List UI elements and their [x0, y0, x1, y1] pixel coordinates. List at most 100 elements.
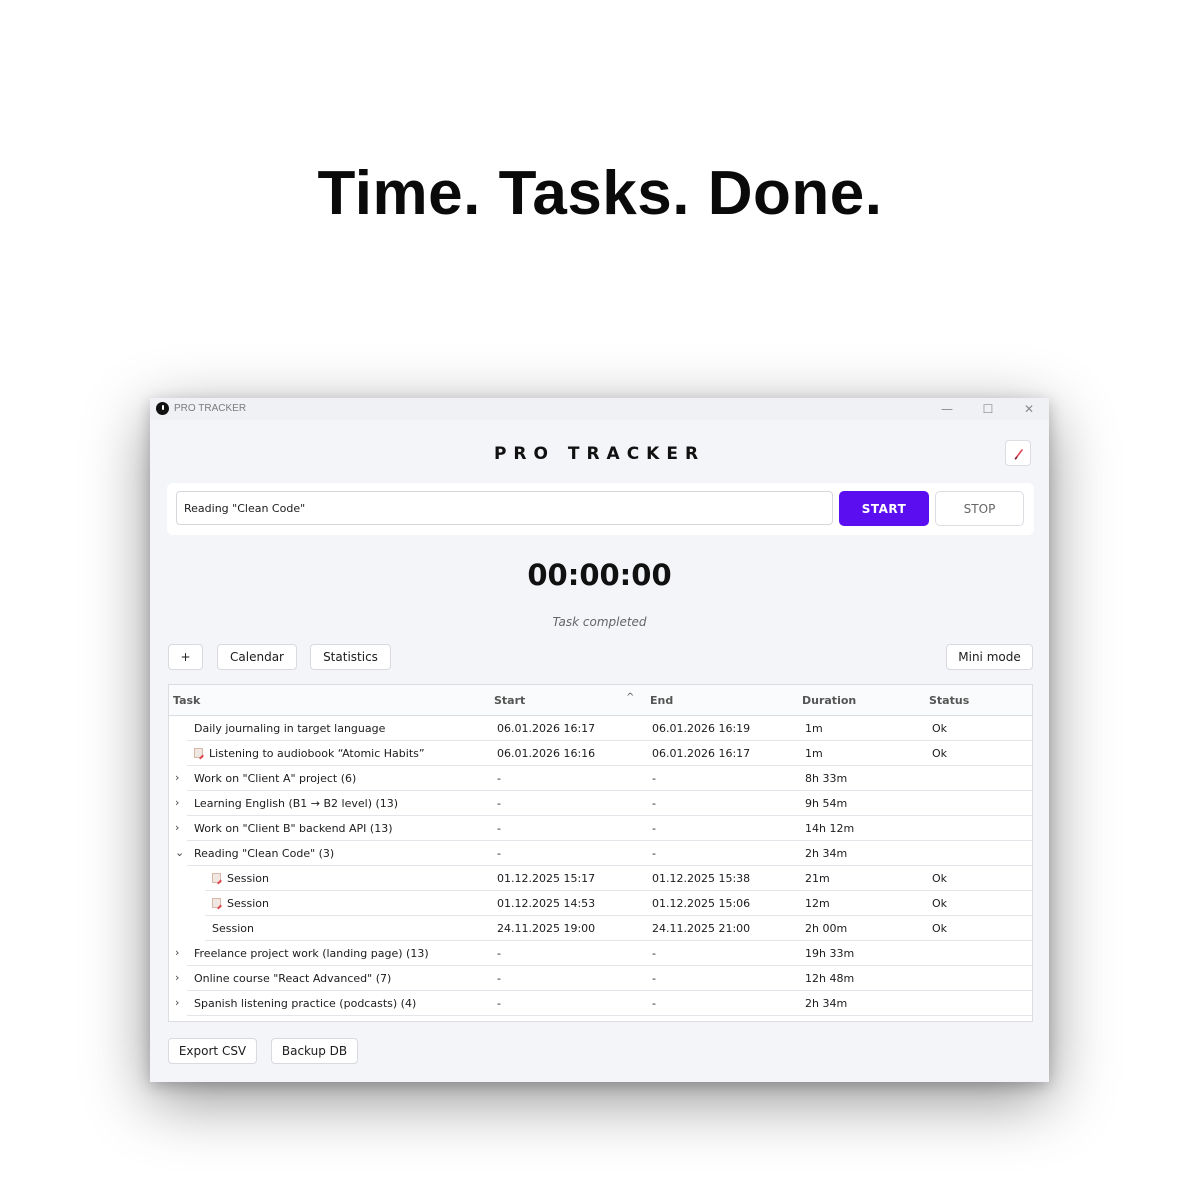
task-cell: Spanish listening practice (podcasts) (4… — [194, 997, 416, 1010]
maximize-button[interactable]: ☐ — [973, 400, 1003, 418]
chevron-right-icon[interactable]: › — [175, 771, 179, 784]
status-cell: Ok — [932, 722, 948, 735]
backup-db-button[interactable]: Backup DB — [271, 1038, 358, 1064]
table-row[interactable]: Session 24.11.2025 19:00 24.11.2025 21:00 2… — [169, 916, 1032, 941]
start-cell: 06.01.2026 16:17 — [497, 722, 596, 735]
timer-display: 00:00:00 — [527, 558, 672, 592]
duration-cell: 1m — [805, 747, 823, 760]
table-header: Task Start ^ End Duration Status — [169, 685, 1032, 716]
end-cell: 06.01.2026 16:19 — [652, 722, 751, 735]
task-name: Listening to audiobook “Atomic Habits” — [209, 747, 425, 760]
theme-button[interactable] — [1005, 440, 1031, 466]
start-cell: 06.01.2026 16:16 — [497, 747, 596, 760]
chevron-right-icon[interactable]: › — [175, 971, 179, 984]
table-row[interactable]: › Work on "Client B" backend API (13) - - 14… — [169, 816, 1032, 841]
column-header-start[interactable]: Start — [494, 694, 525, 707]
task-cell: Work on "Client B" backend API (13) — [194, 822, 393, 835]
chevron-right-icon[interactable]: › — [175, 821, 179, 834]
column-header-task[interactable]: Task — [173, 694, 200, 707]
task-name: Daily journaling in target language — [194, 722, 386, 735]
chevron-down-icon[interactable]: ⌄ — [175, 846, 184, 859]
duration-cell: 19h 33m — [805, 947, 855, 960]
duration-cell: 14h 12m — [805, 822, 855, 835]
duration-cell: 2h 34m — [805, 997, 848, 1010]
statistics-button[interactable]: Statistics — [310, 644, 391, 670]
task-cell: Session — [212, 872, 269, 885]
task-name-input[interactable] — [176, 491, 833, 525]
end-cell: - — [652, 997, 656, 1010]
duration-cell: 12h 48m — [805, 972, 855, 985]
close-button[interactable]: ✕ — [1014, 400, 1044, 418]
start-button[interactable]: START — [839, 491, 929, 526]
table-row[interactable]: Daily journaling in target language 06.01… — [169, 716, 1032, 741]
table-row[interactable]: Session 01.12.2025 14:53 01.12.2025 15:06 1… — [169, 891, 1032, 916]
table-row[interactable]: Session 01.12.2025 15:17 01.12.2025 15:38 2… — [169, 866, 1032, 891]
export-csv-button[interactable]: Export CSV — [168, 1038, 257, 1064]
column-header-duration[interactable]: Duration — [802, 694, 856, 707]
end-cell: - — [652, 822, 656, 835]
start-cell: - — [497, 797, 501, 810]
end-cell: 24.11.2025 21:00 — [652, 922, 751, 935]
duration-cell: 2h 00m — [805, 922, 848, 935]
window-title: PRO TRACKER — [174, 403, 247, 414]
task-name: Reading "Clean Code" (3) — [194, 847, 335, 860]
task-cell: Online course "React Advanced" (7) — [194, 972, 391, 985]
table-row[interactable]: › Online course "React Advanced" (7) - - 12h… — [169, 966, 1032, 991]
task-name: Online course "React Advanced" (7) — [194, 972, 392, 985]
table-row[interactable]: › Work on "Client A" project (6) - - 8h 33m — [169, 766, 1032, 791]
app-logo-icon — [156, 402, 169, 415]
end-cell: - — [652, 772, 656, 785]
start-cell: 24.11.2025 19:00 — [497, 922, 596, 935]
task-table: Task Start ^ End Duration Status Daily j… — [168, 684, 1033, 1022]
duration-cell: 8h 33m — [805, 772, 848, 785]
table-row[interactable]: ⌄ Reading "Clean Code" (3) - - 2h 34m — [169, 841, 1032, 866]
chevron-right-icon[interactable]: › — [175, 946, 179, 959]
end-cell: - — [652, 797, 656, 810]
duration-cell: 12m — [805, 897, 830, 910]
task-cell: Work on "Client A" project (6) — [194, 772, 356, 785]
note-icon — [212, 873, 221, 883]
end-cell: - — [652, 972, 656, 985]
start-cell: - — [497, 997, 501, 1010]
table-row[interactable]: › Freelance project work (landing page) (… — [169, 941, 1032, 966]
end-cell: 01.12.2025 15:06 — [652, 897, 751, 910]
table-row[interactable]: › Learning English (B1 → B2 level) (13) - -… — [169, 791, 1032, 816]
chevron-right-icon[interactable]: › — [175, 996, 179, 1009]
sort-ascending-icon: ^ — [626, 692, 635, 703]
task-cell: Session — [212, 922, 254, 935]
task-name: Spanish listening practice (podcasts) (4… — [194, 997, 417, 1010]
duration-cell: 9h 54m — [805, 797, 848, 810]
task-name: Work on "Client A" project (6) — [194, 772, 357, 785]
title-bar: PRO TRACKER — ☐ ✕ — [150, 398, 1049, 420]
chevron-right-icon[interactable]: › — [175, 796, 179, 809]
table-row[interactable]: › Spanish listening practice (podcasts) (… — [169, 991, 1032, 1016]
status-cell: Ok — [932, 747, 948, 760]
start-cell: - — [497, 847, 501, 860]
column-header-status[interactable]: Status — [929, 694, 969, 707]
mini-mode-button[interactable]: Mini mode — [946, 644, 1033, 670]
task-name: Session — [227, 897, 269, 910]
task-cell: Session — [212, 897, 269, 910]
task-name: Learning English (B1 → B2 level) (13) — [194, 797, 399, 810]
status-cell: Ok — [932, 922, 948, 935]
task-input-card: START STOP — [167, 483, 1034, 535]
start-cell: - — [497, 972, 501, 985]
status-text: Task completed — [552, 615, 647, 629]
table-row[interactable]: Listening to audiobook “Atomic Habits” 06… — [169, 741, 1032, 766]
minimize-button[interactable]: — — [932, 400, 962, 418]
task-name: Session — [212, 922, 254, 935]
end-cell: 01.12.2025 15:38 — [652, 872, 751, 885]
column-header-end[interactable]: End — [650, 694, 673, 707]
status-cell: Ok — [932, 872, 948, 885]
task-cell: Learning English (B1 → B2 level) (13) — [194, 797, 398, 810]
add-task-button[interactable]: + — [168, 644, 203, 670]
end-cell: 06.01.2026 16:17 — [652, 747, 751, 760]
task-name: Work on "Client B" backend API (13) — [194, 822, 393, 835]
calendar-button[interactable]: Calendar — [217, 644, 297, 670]
duration-cell: 1m — [805, 722, 823, 735]
end-cell: - — [652, 947, 656, 960]
stop-button[interactable]: STOP — [935, 491, 1024, 526]
app-title: PRO TRACKER — [493, 444, 706, 464]
note-icon — [212, 898, 221, 908]
duration-cell: 2h 34m — [805, 847, 848, 860]
